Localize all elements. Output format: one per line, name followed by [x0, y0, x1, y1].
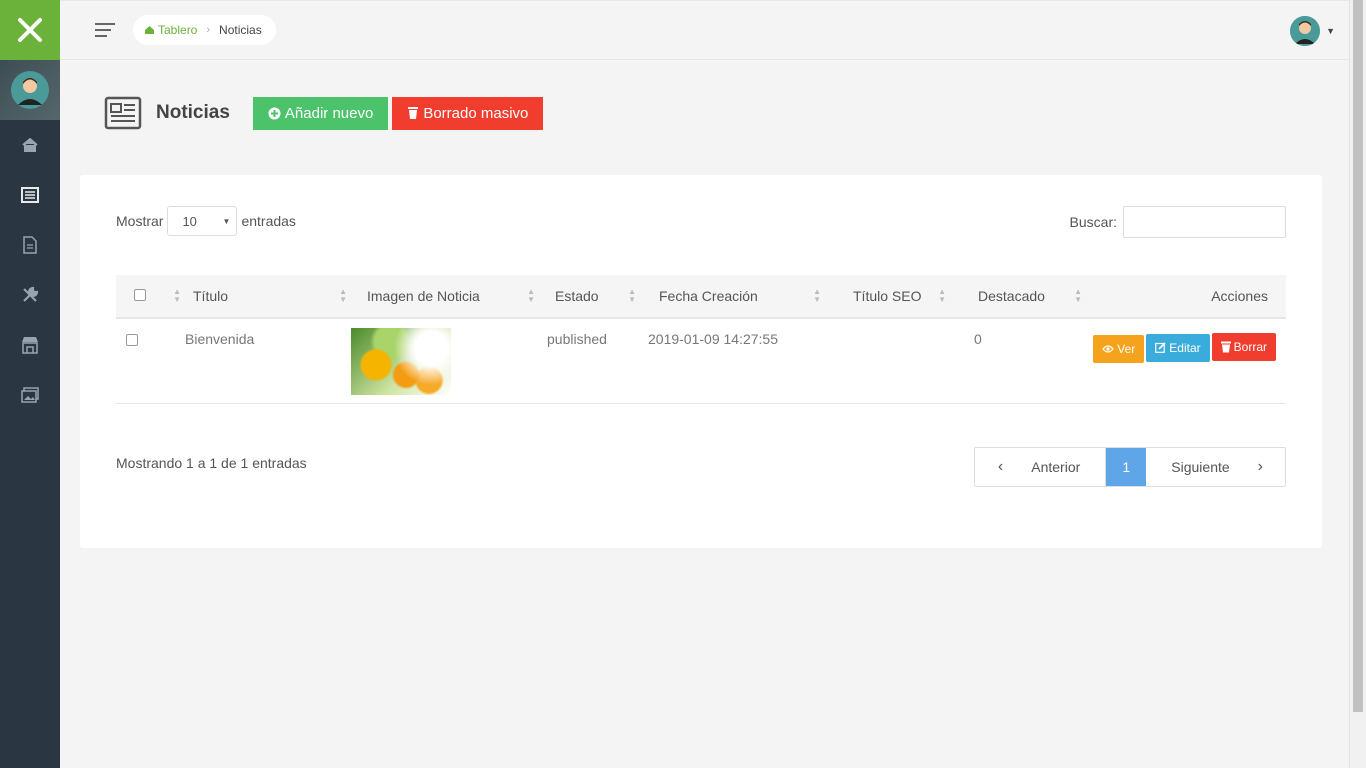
plus-circle-icon [268, 107, 281, 119]
search-control: Buscar: [1070, 206, 1286, 238]
page-scrollbar[interactable] [1349, 0, 1366, 768]
sidebar-item-tools[interactable] [0, 270, 60, 320]
sidebar-item-store[interactable] [0, 320, 60, 370]
row-seo [825, 318, 950, 403]
avatar [11, 71, 49, 109]
eye-icon [1102, 345, 1115, 353]
add-new-label: Añadir nuevo [284, 104, 374, 122]
previous-page-button[interactable]: ‹ Anterior [975, 448, 1107, 486]
row-destacado: 0 [974, 331, 982, 347]
top-header: Tablero › Noticias ▼ [60, 0, 1349, 60]
caret-down-icon: ▼ [1326, 26, 1335, 36]
sort-icon: ▲ ▼ [813, 287, 821, 304]
page-heading: Noticias Añadir nuevo Borrado masivo [104, 96, 544, 130]
row-select-cell [116, 318, 185, 403]
bulk-delete-button[interactable]: Borrado masivo [392, 96, 544, 130]
news-table-card: Mostrar 10 ▼ entradas Buscar: ▲ ▼ Título ▲… [80, 175, 1322, 548]
sort-icon: ▲ ▼ [938, 287, 946, 304]
breadcrumb-home-label: Tablero [158, 23, 198, 37]
table-row: Bienvenida published 2019-01-09 14:27:55… [116, 318, 1286, 403]
breadcrumb-current: Noticias [219, 23, 262, 37]
search-input[interactable] [1123, 206, 1286, 238]
header-destacado[interactable]: Destacado ▲ ▼ [950, 275, 1086, 318]
header-titulo-seo[interactable]: Título SEO ▲ ▼ [825, 275, 950, 318]
header-estado[interactable]: Estado ▲ ▼ [539, 275, 640, 318]
row-image-cell [351, 318, 539, 403]
row-actions: Ver Editar Borrar [1086, 318, 1286, 403]
sort-icon: ▲ ▼ [527, 287, 535, 304]
page-title: Noticias [156, 102, 230, 123]
bulk-delete-label: Borrado masivo [423, 104, 529, 122]
chevron-right-icon: › [206, 24, 211, 36]
home-icon [145, 26, 154, 34]
sort-icon: ▲ ▼ [339, 287, 347, 304]
header-acciones: Acciones [1211, 288, 1268, 304]
sidebar-item-news[interactable] [0, 170, 60, 220]
row-fecha: 2019-01-09 14:27:55 [648, 331, 778, 347]
sidebar-user-avatar[interactable] [0, 60, 60, 120]
logo-icon [18, 16, 42, 44]
edit-button[interactable]: Editar [1146, 333, 1210, 362]
pagination: ‹ Anterior 1 Siguiente › [973, 447, 1286, 487]
breadcrumb-home[interactable]: Tablero [144, 23, 197, 37]
orange-juice-image [351, 328, 451, 395]
page-length-select[interactable]: 10 [167, 206, 238, 236]
page-length-control: Mostrar 10 ▼ entradas [116, 206, 296, 236]
sidebar [0, 0, 60, 768]
header-fecha[interactable]: Fecha Creación ▲ ▼ [640, 275, 825, 318]
edit-icon [1155, 342, 1166, 353]
app-logo[interactable] [0, 0, 60, 60]
news-icon [21, 187, 39, 203]
table-info: Mostrando 1 a 1 de 1 entradas [116, 455, 307, 471]
sort-icon: ▲ ▼ [1074, 287, 1082, 304]
breadcrumb: Tablero › Noticias [133, 15, 276, 45]
table-header-row: ▲ ▼ Título ▲ ▼ Imagen de Noticia ▲ ▼ Estado ▲ ▼… [116, 275, 1286, 318]
sidebar-item-pages[interactable] [0, 220, 60, 270]
next-page-button[interactable]: Siguiente › [1146, 448, 1285, 486]
menu-toggle-icon[interactable] [94, 21, 116, 39]
header-imagen[interactable]: Imagen de Noticia ▲ ▼ [351, 275, 539, 318]
document-icon [23, 236, 37, 254]
sort-icon: ▲ ▼ [173, 287, 181, 304]
tools-icon [23, 286, 39, 302]
row-titulo: Bienvenida [185, 331, 255, 347]
avatar [1290, 16, 1321, 46]
news-table: ▲ ▼ Título ▲ ▼ Imagen de Noticia ▲ ▼ Estado ▲ ▼… [116, 275, 1286, 404]
search-label: Buscar: [1069, 214, 1117, 230]
view-label: Ver [1117, 342, 1136, 356]
entries-label: entradas [241, 213, 296, 229]
newspaper-icon [104, 96, 142, 130]
user-menu[interactable]: ▼ [1290, 16, 1335, 46]
select-all-checkbox[interactable] [134, 289, 146, 301]
scrollbar-thumb[interactable] [1353, 0, 1363, 712]
sidebar-item-home[interactable] [0, 120, 60, 170]
sidebar-item-gallery[interactable] [0, 370, 60, 420]
view-button[interactable]: Ver [1093, 335, 1145, 363]
chevron-right-icon: › [1257, 458, 1263, 475]
chevron-left-icon: ‹ [997, 458, 1004, 475]
page-button-1[interactable]: 1 [1106, 448, 1147, 486]
row-checkbox[interactable] [126, 334, 138, 346]
gallery-icon [21, 387, 39, 403]
sort-icon: ▲ ▼ [628, 287, 636, 304]
row-estado: published [547, 331, 607, 347]
add-new-button[interactable]: Añadir nuevo [252, 96, 389, 130]
trash-icon [1220, 341, 1231, 353]
select-all-header[interactable]: ▲ ▼ [116, 275, 185, 318]
trash-icon [408, 107, 419, 119]
home-icon [22, 138, 38, 152]
show-label: Mostrar [116, 213, 164, 229]
edit-label: Editar [1169, 340, 1201, 355]
delete-label: Borrar [1233, 340, 1267, 354]
header-titulo[interactable]: Título ▲ ▼ [185, 275, 351, 318]
store-icon [22, 337, 38, 354]
delete-button[interactable]: Borrar [1211, 333, 1276, 361]
